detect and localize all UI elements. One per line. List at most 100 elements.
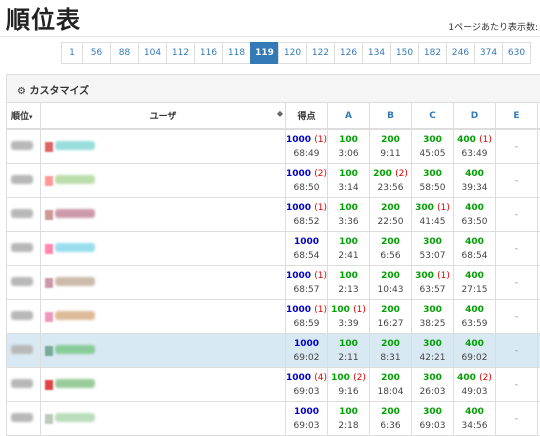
user-avatar: [45, 176, 53, 186]
page-link[interactable]: 1: [61, 42, 83, 64]
column-problem-b[interactable]: B: [370, 103, 412, 130]
redacted-username[interactable]: [55, 209, 95, 218]
problem-time: 69:03: [412, 419, 453, 433]
total-score: 1000: [294, 407, 319, 417]
problem-time: 3:06: [328, 147, 369, 161]
column-problem-c[interactable]: C: [412, 103, 454, 130]
redacted-username[interactable]: [55, 345, 95, 354]
user-avatar: [45, 312, 53, 322]
table-row: 1000 68:54100 2:41200 6:56300 53:07400 6…: [7, 232, 540, 266]
redacted-username[interactable]: [55, 175, 95, 184]
problem-score: 100: [339, 237, 358, 247]
page-link[interactable]: 120: [278, 42, 307, 64]
score-cell: 1000 (1)68:57: [286, 266, 328, 300]
user-cell[interactable]: [41, 129, 286, 164]
redacted-username[interactable]: [55, 413, 95, 422]
problem-time: 68:54: [454, 249, 495, 263]
redacted-username[interactable]: [55, 277, 95, 286]
table-row: 1000 (1)68:59100 (1)3:39200 16:27300 38:…: [7, 300, 540, 334]
page-link[interactable]: 88: [110, 42, 139, 64]
problem-cell-a: 100 3:36: [328, 198, 370, 232]
table-row: 1000 (4)69:03100 (2)9:16200 18:04300 26:…: [7, 368, 540, 402]
problem-cell-b: 200 22:50: [370, 198, 412, 232]
problem-cell-b: 200 (2)23:56: [370, 164, 412, 198]
column-user[interactable]: ユーザ◆: [41, 103, 286, 130]
page-link[interactable]: 112: [166, 42, 195, 64]
problem-score: 300: [423, 169, 442, 179]
page-link[interactable]: 374: [474, 42, 503, 64]
penalty-count: (1): [314, 203, 327, 213]
redacted-username[interactable]: [55, 379, 95, 388]
problem-time: 27:15: [454, 283, 495, 297]
problem-time: 41:45: [412, 215, 453, 229]
user-cell[interactable]: [41, 334, 286, 368]
user-cell[interactable]: [41, 300, 286, 334]
rank-cell: [7, 266, 41, 300]
page-link[interactable]: 126: [334, 42, 363, 64]
page-link[interactable]: 119: [250, 42, 279, 64]
problem-score: 200: [381, 237, 400, 247]
problem-time: 63:59: [454, 317, 495, 331]
problem-cell-a: 100 (1)3:39: [328, 300, 370, 334]
problem-score: 100: [339, 169, 358, 179]
column-problem-a[interactable]: A: [328, 103, 370, 130]
problem-time: 2:41: [328, 249, 369, 263]
score-cell: 1000 (1)68:59: [286, 300, 328, 334]
page-link[interactable]: 134: [362, 42, 391, 64]
user-cell[interactable]: [41, 368, 286, 402]
problem-cell-a: 100 2:41: [328, 232, 370, 266]
page-link[interactable]: 246: [446, 42, 475, 64]
redacted-username[interactable]: [55, 141, 95, 150]
total-time: 68:57: [286, 283, 327, 297]
problem-penalty: (2): [479, 373, 492, 383]
column-problem-e[interactable]: E: [496, 103, 538, 130]
column-rank[interactable]: 順位▾: [7, 103, 41, 130]
rank-cell: [7, 129, 41, 164]
problem-penalty: (1): [353, 305, 366, 315]
sort-icon: ◆: [277, 109, 283, 118]
problem-score: 400: [457, 135, 476, 145]
problem-score: 100: [339, 135, 358, 145]
page-link[interactable]: 56: [82, 42, 111, 64]
customize-panel[interactable]: ⚙ カスタマイズ: [6, 74, 540, 102]
page-link[interactable]: 182: [418, 42, 447, 64]
page-link[interactable]: 118: [222, 42, 251, 64]
problem-score: 400: [465, 203, 484, 213]
redacted-username[interactable]: [55, 311, 95, 320]
page-link[interactable]: 116: [194, 42, 223, 64]
problem-cell-a: 100 2:18: [328, 402, 370, 436]
total-time: 68:59: [286, 317, 327, 331]
problem-score: 300: [423, 407, 442, 417]
page-link[interactable]: 122: [306, 42, 335, 64]
problem-cell-d: 400 27:15: [454, 266, 496, 300]
table-row: 1000 (1)68:49100 3:06200 9:11300 45:0540…: [7, 129, 540, 164]
user-cell[interactable]: [41, 164, 286, 198]
problem-score: 300: [415, 203, 434, 213]
problem-time: 45:05: [412, 147, 453, 161]
redacted-rank: [11, 311, 33, 320]
page-link[interactable]: 630: [502, 42, 531, 64]
problem-score: 100: [339, 339, 358, 349]
problem-score: 100: [331, 373, 350, 383]
user-cell[interactable]: [41, 198, 286, 232]
problem-cell-e: -: [496, 402, 538, 436]
user-cell[interactable]: [41, 266, 286, 300]
rank-cell: [7, 198, 41, 232]
page-link[interactable]: 150: [390, 42, 419, 64]
page-link[interactable]: 104: [138, 42, 167, 64]
column-problem-d[interactable]: D: [454, 103, 496, 130]
score-cell: 1000 69:02: [286, 334, 328, 368]
user-cell[interactable]: [41, 402, 286, 436]
customize-toggle[interactable]: ⚙ カスタマイズ: [17, 82, 89, 97]
problem-time: 10:43: [370, 283, 411, 297]
problem-time: 6:56: [370, 249, 411, 263]
problem-cell-c: 300 38:25: [412, 300, 454, 334]
problem-time: 22:50: [370, 215, 411, 229]
problem-cell-e: -: [496, 266, 538, 300]
problem-penalty: (2): [353, 373, 366, 383]
problem-time: 69:02: [454, 351, 495, 365]
user-cell[interactable]: [41, 232, 286, 266]
redacted-username[interactable]: [55, 243, 95, 252]
column-score[interactable]: 得点: [286, 103, 328, 130]
problem-cell-d: 400 39:34: [454, 164, 496, 198]
